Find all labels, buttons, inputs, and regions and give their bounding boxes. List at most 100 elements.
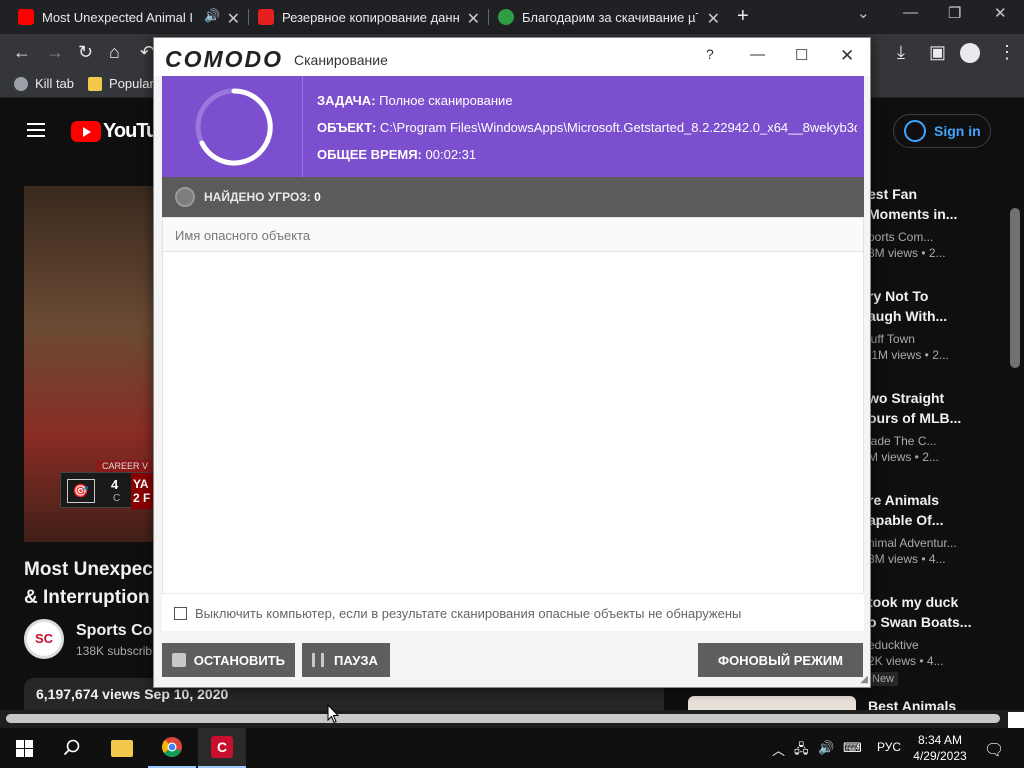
bookmark-kill-tab[interactable]: Kill tab bbox=[14, 76, 74, 91]
hamburger-menu-icon[interactable] bbox=[27, 123, 45, 141]
forward-icon[interactable]: → bbox=[46, 42, 64, 63]
dialog-caption: Сканирование bbox=[294, 52, 388, 68]
tray-expand-icon[interactable]: ︿ bbox=[772, 740, 785, 759]
pause-label: ПАУЗА bbox=[334, 652, 378, 668]
minimize-icon[interactable]: — bbox=[750, 46, 765, 63]
restore-icon[interactable]: ❐ bbox=[948, 4, 961, 22]
tab-close-icon[interactable]: ✕ bbox=[707, 9, 720, 29]
rec-channel: ports Com... bbox=[868, 230, 934, 244]
horizontal-scrollbar[interactable] bbox=[0, 710, 1024, 728]
rec-title: apable Of... bbox=[868, 512, 944, 528]
browser-tab-backup[interactable]: Резервное копирование данны ✕ bbox=[258, 0, 488, 34]
reload-icon[interactable]: ↻ bbox=[78, 42, 93, 63]
tab-divider bbox=[488, 9, 489, 25]
recommendation-thumbnail[interactable] bbox=[688, 696, 856, 710]
scan-progress-area bbox=[162, 76, 303, 177]
youtube-favicon-icon bbox=[18, 9, 34, 25]
back-icon[interactable]: ← bbox=[13, 42, 31, 63]
folder-icon bbox=[88, 76, 102, 91]
tab-search-chevron-icon[interactable]: ⌄ bbox=[857, 4, 870, 22]
new-badge: New bbox=[868, 672, 899, 686]
maximize-icon[interactable]: ☐ bbox=[795, 46, 808, 64]
sidepanel-icon[interactable]: ▣ bbox=[929, 42, 946, 63]
scoreboard-overlay: 🎯 4 C YA 2 F bbox=[60, 472, 161, 509]
tab-close-icon[interactable]: ✕ bbox=[467, 9, 480, 29]
threats-found: НАЙДЕНО УГРОЗ: 0 bbox=[204, 190, 321, 204]
home-icon[interactable]: ⌂ bbox=[109, 42, 120, 63]
rec-meta: 2K views • 4... bbox=[868, 654, 944, 668]
shutdown-label: Выключить компьютер, если в результате с… bbox=[195, 606, 742, 621]
minimize-icon[interactable]: — bbox=[903, 4, 918, 21]
column-header[interactable]: Имя опасного объекта bbox=[163, 218, 863, 252]
rec-meta: 8M views • 2... bbox=[868, 246, 946, 260]
browser-tab-utorrent[interactable]: Благодарим за скачивание µTorr ✕ bbox=[498, 0, 728, 34]
volume-icon[interactable]: 🔊 bbox=[818, 740, 834, 756]
speaker-icon[interactable]: 🔊 bbox=[204, 8, 220, 24]
page-scrollbar[interactable] bbox=[1010, 208, 1020, 368]
rec-title: est Fan bbox=[868, 186, 918, 202]
stop-icon bbox=[172, 653, 186, 667]
rec-meta: .1M views • 2... bbox=[868, 348, 949, 362]
shutdown-option[interactable]: Выключить компьютер, если в результате с… bbox=[162, 593, 864, 631]
score-sub: C bbox=[113, 493, 121, 504]
video-views: 6,197,674 views Sep 10, 2020 bbox=[36, 686, 229, 702]
task-label: ЗАДАЧА: bbox=[317, 93, 376, 108]
chrome-button[interactable] bbox=[148, 728, 196, 768]
recommendation-item[interactable]: re Animals apable Of... nimal Adventur..… bbox=[868, 490, 978, 566]
video-title-line1: Most Unexpecte bbox=[24, 559, 164, 580]
file-explorer-button[interactable] bbox=[98, 728, 146, 768]
pause-button[interactable]: ПАУЗА bbox=[302, 643, 390, 677]
account-icon bbox=[904, 120, 926, 142]
recommendation-item[interactable]: took my duck o Swan Boats... educktive 2… bbox=[868, 592, 978, 687]
rec-channel: lade The C... bbox=[868, 434, 937, 448]
menu-kebab-icon[interactable]: ⋮ bbox=[998, 42, 1016, 63]
rec-title: re Animals bbox=[868, 492, 940, 508]
language-indicator[interactable]: РУС bbox=[877, 740, 901, 754]
background-mode-button[interactable]: ФОНОВЫЙ РЕЖИМ bbox=[698, 643, 863, 677]
windows-logo-icon bbox=[15, 739, 33, 757]
recommendation-item[interactable]: wo Straight ours of MLB... lade The C...… bbox=[868, 388, 978, 464]
resize-grip-icon[interactable]: ◢ bbox=[860, 674, 868, 685]
download-icon[interactable]: ⤓ bbox=[897, 42, 905, 63]
rec-title: augh With... bbox=[868, 308, 948, 324]
network-icon[interactable]: 🖧 bbox=[794, 740, 809, 762]
channel-name[interactable]: Sports Com bbox=[76, 622, 160, 640]
profile-icon[interactable] bbox=[960, 43, 980, 63]
channel-avatar[interactable] bbox=[24, 619, 64, 659]
taskbar-clock[interactable]: 8:34 AM 4/29/2023 bbox=[908, 732, 972, 764]
clock-date: 4/29/2023 bbox=[913, 749, 967, 763]
pause-icon bbox=[312, 653, 324, 667]
backup-favicon-icon bbox=[258, 9, 274, 25]
rec-title: ours of MLB... bbox=[868, 410, 962, 426]
search-icon bbox=[63, 739, 80, 756]
browser-tab-youtube[interactable]: Most Unexpected Animal Int 🔊 ✕ bbox=[18, 0, 248, 34]
notifications-icon[interactable]: 🗨 bbox=[984, 740, 1004, 760]
comodo-taskbar-button[interactable]: C bbox=[198, 728, 246, 768]
dialog-titlebar: COMODO Сканирование ? — ☐ ✕ bbox=[154, 38, 870, 76]
close-window-icon[interactable]: ✕ bbox=[994, 4, 1007, 22]
bookmark-popular[interactable]: Popular bbox=[88, 76, 154, 91]
tab-title: Most Unexpected Animal Int bbox=[42, 9, 192, 25]
recommendation-item[interactable]: est Fan Moments in... ports Com... 8M vi… bbox=[868, 184, 978, 260]
channel-subscribers: 138K subscrib bbox=[76, 644, 153, 658]
tab-close-icon[interactable]: ✕ bbox=[227, 9, 240, 29]
scrollbar-thumb[interactable] bbox=[6, 714, 1000, 723]
clock-time: 8:34 AM bbox=[917, 733, 963, 747]
rec-title: ry Not To bbox=[868, 288, 929, 304]
stop-button[interactable]: ОСТАНОВИТЬ bbox=[162, 643, 295, 677]
threat-list[interactable]: Имя опасного объекта bbox=[162, 217, 864, 628]
rec-title: o Swan Boats... bbox=[868, 614, 972, 630]
recommendation-item[interactable]: ry Not To augh With... luff Town .1M vie… bbox=[868, 286, 978, 362]
start-button[interactable] bbox=[0, 728, 48, 768]
video-title: Most Unexpecte & Interruption bbox=[24, 556, 164, 612]
comodo-scan-dialog: COMODO Сканирование ? — ☐ ✕ ЗАДАЧА: Полн… bbox=[153, 37, 871, 688]
stop-label: ОСТАНОВИТЬ bbox=[193, 652, 285, 668]
close-icon[interactable]: ✕ bbox=[840, 46, 854, 66]
object-value: C:\Program Files\WindowsApps\Microsoft.G… bbox=[379, 120, 857, 135]
sign-in-button[interactable]: Sign in bbox=[893, 114, 991, 148]
shutdown-checkbox[interactable] bbox=[174, 607, 187, 620]
search-button[interactable] bbox=[48, 728, 96, 768]
new-tab-icon[interactable]: + bbox=[737, 5, 749, 28]
keyboard-icon[interactable]: ⌨ bbox=[843, 740, 862, 756]
help-icon[interactable]: ? bbox=[706, 46, 714, 62]
